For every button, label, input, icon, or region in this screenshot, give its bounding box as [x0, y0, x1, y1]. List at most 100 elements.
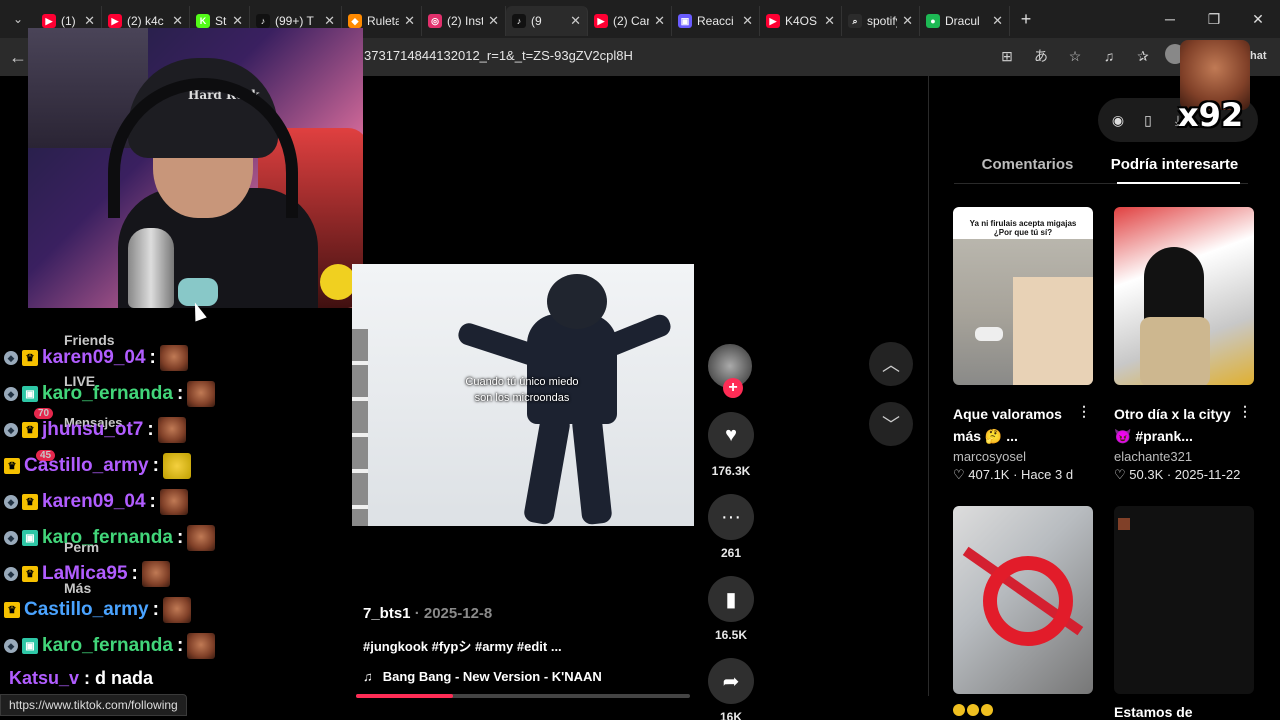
video-author[interactable]: 7_bts1 · 2025-12-8: [363, 605, 602, 622]
next-video-chevron-down-icon[interactable]: ﹀: [869, 402, 913, 446]
save-action: ▮ 16.5K: [706, 576, 756, 642]
tab-title: K4OS: [785, 14, 818, 28]
browser-tab[interactable]: ▣ Reacci ✕: [672, 6, 760, 36]
media-control-icon[interactable]: ♫: [1097, 44, 1121, 68]
like-count: 176.3K: [711, 464, 751, 478]
browser-tab[interactable]: ● Dracul ✕: [920, 6, 1010, 36]
chat-message: ◆ ♛ karen09_04 :: [4, 340, 304, 376]
caption-line-1: Cuando tú único miedo: [465, 376, 579, 388]
suggested-video-card[interactable]: Ya ni firulais acepta migajas ¿Por que t…: [953, 207, 1095, 483]
browser-tab[interactable]: ⌕ spotify ✕: [842, 6, 920, 36]
tab-close-icon[interactable]: ✕: [902, 13, 913, 29]
rider-leg-left: [522, 412, 572, 526]
chat-username: karo_fernanda: [42, 635, 173, 656]
tab-close-icon[interactable]: ✕: [824, 13, 835, 29]
browser-tab[interactable]: ▶ K4OS ✕: [760, 6, 842, 36]
creator-avatar-wrap[interactable]: +: [708, 344, 754, 400]
video-progress-bar[interactable]: [356, 694, 690, 698]
video-thumbnail[interactable]: Ya ni firulais acepta migajas ¿Por que t…: [953, 207, 1093, 385]
chat-colon: :: [152, 599, 159, 620]
follow-plus-icon[interactable]: +: [723, 378, 743, 398]
status-bar-url: https://www.tiktok.com/following: [0, 694, 187, 716]
chat-emote-icon: [187, 525, 216, 551]
tab-close-icon[interactable]: ✕: [232, 13, 243, 29]
card-title[interactable]: Aque valoramos más 🤔 ...: [953, 403, 1081, 447]
tab-suggested[interactable]: Podría interesarte: [1101, 150, 1248, 184]
shield-badge-icon: ◆: [4, 387, 18, 401]
translate-icon[interactable]: あ: [1029, 44, 1053, 68]
tab-close-icon[interactable]: ✕: [654, 13, 665, 29]
video-side-strip: [352, 329, 368, 526]
favorites-icon[interactable]: ✰: [1131, 44, 1155, 68]
chat-message: ◆ ♛ LaMica95 :: [4, 556, 304, 592]
browser-tab[interactable]: ◎ (2) Inst ✕: [422, 6, 506, 36]
suggested-video-card[interactable]: [953, 506, 1095, 694]
browser-tab[interactable]: ▶ (2) Car ✕: [588, 6, 672, 36]
tab-comments[interactable]: Comentarios: [954, 150, 1101, 183]
tab-title: (2) k4c: [127, 14, 164, 28]
tab-favicon-icon: ♪: [512, 14, 526, 28]
video-thumbnail[interactable]: [1114, 506, 1254, 694]
rider-leg-right: [571, 412, 613, 526]
crown-badge-icon: ♛: [22, 494, 38, 510]
author-handle[interactable]: 7_bts1: [363, 605, 411, 622]
tab-close-icon[interactable]: ✕: [992, 13, 1003, 29]
card-title[interactable]: Estamos de: [1114, 704, 1193, 720]
url-field[interactable]: 3731714844132012_r=1&_t=ZS-93gZV2cpl8H: [364, 48, 633, 63]
chat-username: karo_fernanda: [42, 383, 173, 404]
card-title-emojis: [953, 704, 993, 716]
chat-emote-icon: [187, 381, 216, 407]
close-window-icon[interactable]: ✕: [1236, 0, 1280, 38]
favorite-star-icon[interactable]: ☆: [1063, 44, 1087, 68]
tab-close-icon[interactable]: ✕: [84, 13, 95, 29]
chat-message: ◆ ▣ karo_fernanda :: [4, 628, 304, 664]
video-description[interactable]: #jungkook #fypシ #army #edit ...: [363, 636, 602, 655]
tab-close-icon[interactable]: ✕: [742, 13, 753, 29]
chat-username: karo_fernanda: [42, 527, 173, 548]
comment-icon[interactable]: ···: [708, 494, 754, 540]
video-player[interactable]: Cuando tú único miedo son los microondas: [352, 264, 694, 526]
dashboard-icon[interactable]: ◉: [1110, 112, 1126, 129]
install-app-icon[interactable]: ⊞: [995, 44, 1019, 68]
tab-close-icon[interactable]: ✕: [404, 13, 415, 29]
copilot-chat-label[interactable]: hat: [1250, 50, 1267, 62]
maximize-icon[interactable]: ❐: [1192, 0, 1236, 38]
card-user[interactable]: marcosyosel: [953, 449, 1095, 464]
crown-badge-icon: ♛: [22, 422, 38, 438]
more-options-icon[interactable]: ⋮: [1077, 403, 1091, 420]
bookmark-icon[interactable]: ▮: [708, 576, 754, 622]
tab-close-icon[interactable]: ✕: [324, 13, 335, 29]
tab-close-icon[interactable]: ✕: [570, 13, 581, 29]
music-row[interactable]: ♫ Bang Bang - New Version - K'NAAN: [363, 669, 602, 684]
new-tab-button[interactable]: +: [1010, 9, 1042, 30]
suggested-video-card[interactable]: [1114, 506, 1256, 694]
tab-favicon-icon: ▶: [766, 14, 780, 28]
music-title[interactable]: Bang Bang - New Version - K'NAAN: [383, 669, 602, 684]
chat-message: ◆ ♛ karen09_04 :: [4, 484, 304, 520]
card-title[interactable]: Otro día x la cityy 😈 #prank...: [1114, 403, 1242, 447]
minimize-icon[interactable]: ─: [1148, 0, 1192, 38]
chat-colon: :: [152, 455, 159, 476]
share-icon[interactable]: ➦: [708, 658, 754, 704]
browser-tab[interactable]: ♪ (9 ✕: [506, 6, 588, 36]
video-thumbnail[interactable]: [1114, 207, 1254, 385]
tab-close-icon[interactable]: ✕: [488, 13, 499, 29]
phone-icon[interactable]: ▯: [1140, 112, 1156, 129]
chat-username: Katsu_v: [9, 668, 80, 688]
tab-title: Reacci: [697, 14, 734, 28]
more-options-icon[interactable]: ⋮: [1238, 403, 1252, 420]
card-meta: ♡ 50.3K · 2025-11-22: [1114, 467, 1241, 482]
tab-title: (9: [531, 14, 542, 28]
card-user[interactable]: elachante321: [1114, 449, 1256, 464]
chat-colon: :: [147, 419, 154, 440]
stream-chat-overlay: ◆ ♛ karen09_04 : ◆ ▣ karo_fernanda : ◆ ♛ jhunsu_…: [4, 340, 304, 664]
tab-close-icon[interactable]: ✕: [172, 13, 183, 29]
video-thumbnail[interactable]: [953, 506, 1093, 694]
microphone: [128, 228, 174, 308]
crown-badge-icon: ♛: [22, 350, 38, 366]
previous-video-chevron-up-icon[interactable]: ︿: [869, 342, 913, 386]
comment-action: ··· 261: [706, 494, 756, 560]
tab-favicon-icon: ▶: [108, 14, 122, 28]
suggested-video-card[interactable]: ⋮ Otro día x la cityy 😈 #prank... elacha…: [1114, 207, 1256, 483]
heart-icon[interactable]: ♥: [708, 412, 754, 458]
